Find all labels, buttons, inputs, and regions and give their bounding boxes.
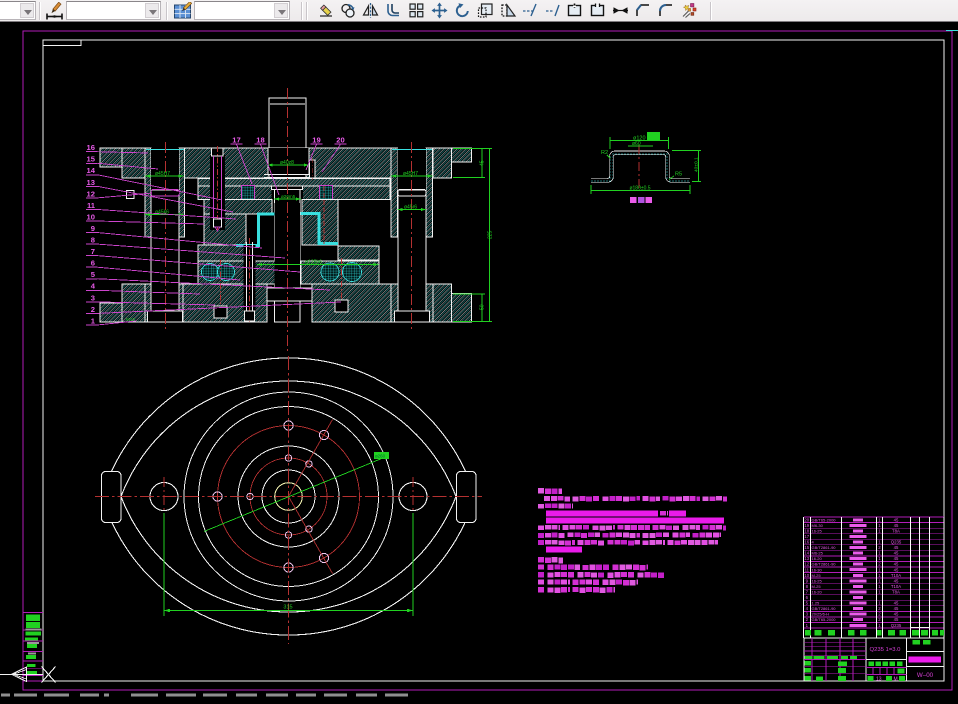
- svg-text:ø180±0.5: ø180±0.5: [629, 186, 650, 192]
- svg-text:M6-25: M6-25: [812, 551, 824, 556]
- svg-text:45: 45: [894, 567, 899, 572]
- svg-text:10: 10: [804, 573, 809, 578]
- svg-text:18: 18: [256, 136, 264, 145]
- svg-text:2: 2: [91, 305, 95, 314]
- svg-text:13: 13: [804, 556, 809, 561]
- svg-text:T10A: T10A: [891, 584, 901, 589]
- svg-text:M-25: M-25: [812, 584, 822, 589]
- svg-text:20: 20: [804, 517, 809, 522]
- svg-text:20/25/6-H: 20/25/6-H: [812, 612, 830, 617]
- svg-text:ø45H7: ø45H7: [403, 171, 418, 177]
- svg-text:45: 45: [894, 562, 899, 567]
- svg-text:6: 6: [91, 259, 95, 268]
- svg-text:17: 17: [232, 136, 240, 145]
- svg-text:3: 3: [91, 293, 95, 302]
- svg-text:18: 18: [804, 528, 809, 533]
- svg-text:GB/T65-2000: GB/T65-2000: [812, 617, 837, 622]
- svg-text:M: M: [894, 677, 898, 683]
- svg-text:13: 13: [876, 677, 882, 683]
- svg-text:45: 45: [894, 551, 899, 556]
- svg-text:17: 17: [804, 534, 809, 539]
- svg-text:19: 19: [312, 136, 320, 145]
- svg-text:Q235 1=3.0: Q235 1=3.0: [870, 647, 902, 653]
- svg-text:ø26m5: ø26m5: [281, 194, 296, 199]
- svg-text:10: 10: [87, 212, 95, 221]
- svg-text:45: 45: [894, 556, 899, 561]
- svg-text:T8A: T8A: [892, 528, 900, 533]
- svg-text:11: 11: [87, 201, 96, 210]
- svg-text:Q235: Q235: [891, 540, 902, 545]
- svg-text:16-25: 16-25: [812, 528, 823, 533]
- svg-text:12: 12: [87, 189, 95, 198]
- svg-text:225: 225: [488, 230, 494, 239]
- svg-text:14: 14: [87, 166, 96, 175]
- svg-text:45: 45: [894, 517, 899, 522]
- svg-text:40±0.1: 40±0.1: [694, 157, 700, 172]
- svg-text:45: 45: [894, 545, 899, 550]
- svg-text:T8A: T8A: [892, 590, 900, 595]
- svg-text:15: 15: [804, 545, 809, 550]
- svg-text:M-25: M-25: [812, 573, 822, 578]
- svg-text:16-30: 16-30: [812, 567, 823, 572]
- svg-text:50: 50: [480, 304, 486, 310]
- svg-text:12: 12: [804, 562, 809, 567]
- svg-text:ø40z8: ø40z8: [280, 160, 294, 166]
- svg-text:T10A: T10A: [891, 573, 901, 578]
- svg-text:7: 7: [91, 247, 95, 256]
- svg-text:11: 11: [805, 567, 810, 572]
- svg-text:8: 8: [91, 236, 95, 245]
- svg-text:M6-30: M6-30: [812, 523, 824, 528]
- svg-text:13: 13: [87, 178, 95, 187]
- svg-text:9: 9: [91, 224, 95, 233]
- svg-text:16-20: 16-20: [812, 590, 823, 595]
- svg-text:GB/T2861-90: GB/T2861-90: [812, 545, 837, 550]
- svg-text:W–00: W–00: [917, 672, 934, 679]
- svg-text:GB/T65-2000: GB/T65-2000: [812, 517, 837, 522]
- svg-text:16: 16: [87, 143, 95, 152]
- svg-text:16-25: 16-25: [812, 578, 823, 583]
- svg-text:ø45H7: ø45H7: [155, 171, 170, 177]
- svg-text:19: 19: [804, 523, 809, 528]
- svg-text:ø45r6: ø45r6: [404, 205, 417, 211]
- svg-text:15: 15: [87, 155, 96, 164]
- svg-text:ø260: ø260: [375, 454, 386, 459]
- svg-text:R5: R5: [675, 172, 682, 178]
- svg-text:GB/T2861-90: GB/T2861-90: [812, 606, 837, 611]
- svg-text:45: 45: [894, 612, 899, 617]
- svg-text:315: 315: [283, 605, 292, 611]
- svg-text:ø125h6: ø125h6: [305, 260, 322, 266]
- svg-text:45: 45: [894, 601, 899, 606]
- svg-text:Q235: Q235: [891, 623, 902, 628]
- svg-text:45: 45: [480, 160, 486, 166]
- svg-text:1.25: 1.25: [812, 601, 821, 606]
- svg-text:GB/T2861-90: GB/T2861-90: [812, 562, 837, 567]
- svg-text:ø60: ø60: [632, 141, 641, 147]
- svg-text:16-20: 16-20: [812, 556, 823, 561]
- svg-text:45: 45: [894, 617, 899, 622]
- svg-text:45: 45: [894, 578, 899, 583]
- svg-text:45: 45: [894, 523, 899, 528]
- svg-text:20: 20: [336, 136, 344, 145]
- svg-text:16: 16: [804, 540, 809, 545]
- svg-text:45: 45: [894, 606, 899, 611]
- svg-text:14: 14: [804, 551, 809, 556]
